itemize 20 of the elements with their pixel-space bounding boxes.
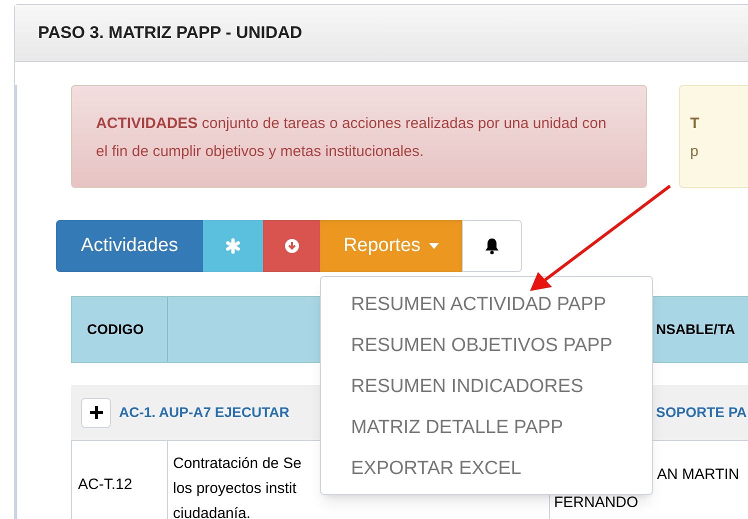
panel-title: PASO 3. MATRIZ PAPP - UNIDAD — [38, 22, 302, 44]
table-cell: AC-T.12 — [72, 441, 168, 519]
column-header: CODIGO — [72, 297, 168, 362]
reports-dropdown-button[interactable]: Reportes — [320, 220, 462, 272]
activities-button[interactable]: Actividades — [56, 220, 203, 272]
menu-item[interactable]: RESUMEN OBJETIVOS PAPP — [321, 326, 652, 367]
caret-icon — [428, 243, 439, 249]
warning-alert: T p — [679, 85, 748, 188]
download-button[interactable] — [263, 220, 320, 272]
menu-item[interactable]: RESUMEN ACTIVIDAD PAPP — [321, 285, 652, 326]
menu-item[interactable]: MATRIZ DETALLE PAPP — [321, 408, 652, 449]
expand-button[interactable] — [81, 398, 111, 428]
bell-icon — [483, 237, 501, 255]
group-cell-text: SOPORTE PA — [656, 403, 747, 422]
download-circle-icon — [284, 238, 300, 254]
bell-button[interactable] — [462, 220, 522, 272]
menu-item[interactable]: RESUMEN INDICADORES — [321, 367, 652, 408]
info-alert: ACTIVIDADES conjunto de tareas o acciones realizadas por una unidad con el fin de cumplir objetivos y metas institucionales. — [71, 85, 648, 188]
asterisk-icon — [225, 238, 241, 254]
plus-icon — [90, 406, 102, 419]
